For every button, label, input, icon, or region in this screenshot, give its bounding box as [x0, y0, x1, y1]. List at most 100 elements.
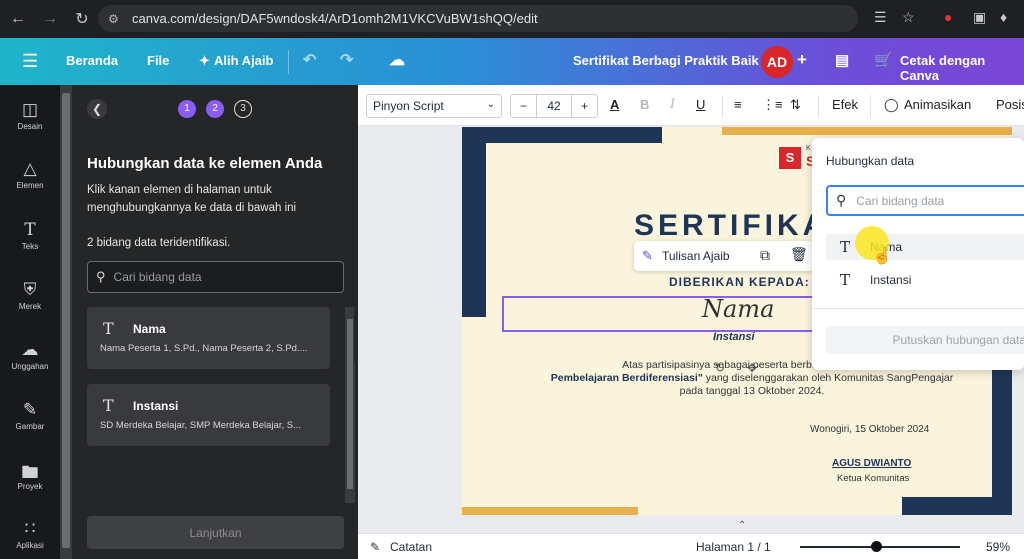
reload-icon[interactable]: ↻ — [68, 9, 96, 29]
upload-icon: ☁ — [21, 340, 39, 359]
rail-label: Unggahan — [11, 362, 49, 371]
rail-item-uploads[interactable]: ☁ Unggahan — [0, 340, 60, 371]
avatar[interactable]: AD — [761, 46, 793, 78]
translate-icon[interactable]: ☰ — [874, 9, 887, 26]
back-arrow-icon[interactable]: ← — [4, 10, 32, 28]
text-color-icon[interactable]: A — [610, 97, 619, 112]
font-size-stepper: − 42 + — [510, 94, 598, 118]
signer-name[interactable]: AGUS DWIANTO — [832, 458, 911, 469]
site-settings-icon[interactable]: ⚙ — [108, 12, 122, 26]
certificate-title[interactable]: SERTIFIKA — [634, 209, 828, 243]
institution-text[interactable]: Instansi — [713, 331, 755, 343]
menu-icon[interactable]: ☰ — [22, 51, 38, 72]
text-field-icon: T — [103, 319, 114, 338]
magic-write-button[interactable]: Tulisan Ajaib — [662, 249, 730, 263]
cart-icon[interactable]: 🛒 — [874, 51, 893, 69]
bottom-bar: ✎ Catatan Halaman 1 / 1 59% — [358, 533, 1024, 559]
header-divider — [288, 50, 289, 74]
underline-icon[interactable]: U — [696, 97, 705, 112]
bold-icon[interactable]: B — [640, 97, 649, 112]
increase-size-button[interactable]: + — [571, 95, 597, 117]
url-text: canva.com/design/DAF5wndosk4/ArD1omh2M1V… — [132, 11, 538, 26]
file-menu-button[interactable]: File — [147, 53, 169, 68]
logo-mark: S — [779, 147, 801, 169]
font-size-input[interactable]: 42 — [537, 95, 571, 117]
search-placeholder: Cari bidang data — [856, 193, 945, 208]
folder-icon: 🖿 — [21, 463, 39, 482]
animate-button[interactable]: Animasikan — [904, 97, 971, 112]
animate-icon[interactable]: ◯ — [884, 97, 899, 113]
element-floating-toolbar: ✎ Tulisan Ajaib ⧉ 🗑 — [634, 241, 814, 271]
italic-icon[interactable]: I — [670, 97, 675, 112]
page-up-chevron-icon[interactable]: ⌃ — [738, 520, 746, 531]
notes-icon[interactable]: ✎ — [370, 540, 380, 554]
print-with-canva-button[interactable]: Cetak dengan Canva — [900, 53, 1024, 83]
continue-button[interactable]: Lanjutkan — [87, 516, 344, 549]
align-center-icon[interactable]: ≡ — [734, 97, 742, 112]
popup-search-input[interactable]: ⚲ Cari bidang data — [826, 185, 1024, 216]
search-placeholder: Cari bidang data — [113, 270, 202, 284]
field-search-input[interactable]: ⚲ Cari bidang data — [87, 261, 344, 293]
data-field-card-nama[interactable]: T Nama Nama Peserta 1, S.Pd., Nama Peser… — [87, 307, 330, 369]
disconnect-data-button[interactable]: Putuskan hubungan data — [826, 326, 1024, 354]
back-button[interactable]: ❮ — [87, 99, 107, 119]
popup-option-instansi[interactable]: T Instansi — [826, 267, 1024, 293]
puzzle-extension-icon[interactable]: ♦ — [1000, 9, 1007, 25]
magic-switch-icon[interactable]: ✦ — [199, 53, 210, 69]
trash-icon[interactable]: 🗑 — [790, 246, 808, 263]
address-bar[interactable]: ⚙ canva.com/design/DAF5wndosk4/ArD1omh2M… — [98, 5, 858, 32]
step-3: 3 — [234, 100, 252, 118]
add-collaborator-icon[interactable]: + — [797, 50, 807, 70]
redo-icon[interactable]: ↷ — [340, 50, 353, 70]
magic-write-icon[interactable]: ✎ — [642, 248, 653, 264]
data-field-card-instansi[interactable]: T Instansi SD Merdeka Belajar, SMP Merde… — [87, 384, 330, 446]
decrease-size-button[interactable]: − — [511, 95, 537, 117]
rail-item-text[interactable]: T Teks — [0, 220, 60, 251]
rail-label: Merek — [18, 302, 42, 311]
magic-switch-button[interactable]: Alih Ajaib — [214, 53, 273, 68]
bookmark-star-icon[interactable]: ☆ — [902, 9, 915, 26]
forward-arrow-icon[interactable]: → — [36, 10, 64, 28]
camera-extension-icon[interactable]: ▣ — [973, 9, 986, 26]
insights-icon[interactable]: ▤ — [835, 51, 849, 69]
step-2: 2 — [206, 100, 224, 118]
rail-item-elements[interactable]: △ Elemen — [0, 159, 60, 190]
duplicate-icon[interactable]: ⧉ — [760, 247, 770, 264]
panel-scrollbar[interactable] — [60, 85, 72, 559]
body-line-2: Pembelajaran Berdiferensiasi" yang disel… — [502, 372, 1002, 385]
spacing-icon[interactable]: ⇅ — [790, 97, 801, 113]
given-to-text[interactable]: DIBERIKAN KEPADA: — [669, 275, 810, 289]
rail-item-design[interactable]: ◫ Desain — [0, 100, 60, 131]
home-button[interactable]: Beranda — [66, 53, 118, 68]
editor-toolbar: Pinyon Script ⌄ − 42 + A B I U ≡ ⋮≡ ⇅ Ef… — [358, 85, 1024, 126]
extension-icon[interactable]: ● — [944, 9, 952, 25]
zoom-slider-handle[interactable] — [871, 541, 882, 552]
undo-icon[interactable]: ↶ — [303, 50, 316, 70]
toolbar-divider — [722, 95, 723, 117]
name-placeholder-text[interactable]: Nama — [702, 295, 774, 323]
zoom-level[interactable]: 59% — [986, 540, 1010, 554]
text-icon: T — [24, 220, 36, 240]
effects-button[interactable]: Efek — [832, 97, 858, 112]
font-family-select[interactable]: Pinyon Script ⌄ — [366, 94, 502, 118]
signer-role[interactable]: Ketua Komunitas — [837, 473, 909, 484]
draw-icon: ✎ — [22, 400, 38, 419]
body-line-2-rest: yang diselenggarakan oleh Komunitas Sang… — [702, 372, 954, 384]
connect-data-popup: Hubungkan data ⚲ Cari bidang data T Nama… — [812, 138, 1024, 370]
document-title[interactable]: Sertifikat Berbagi Praktik Baik — [573, 53, 759, 68]
rail-item-brand[interactable]: ⛨ Merek — [0, 280, 60, 311]
rail-item-apps[interactable]: ∷ Aplikasi — [0, 519, 60, 550]
cloud-saved-icon[interactable]: ☁ — [389, 50, 405, 70]
rail-item-projects[interactable]: 🖿 Proyek — [0, 460, 60, 491]
rail-item-draw[interactable]: ✎ Gambar — [0, 400, 60, 431]
field-name: Nama — [133, 322, 166, 336]
rail-label: Elemen — [16, 181, 44, 190]
position-button[interactable]: Posisi — [996, 97, 1024, 112]
list-icon[interactable]: ⋮≡ — [762, 97, 783, 113]
notes-button[interactable]: Catatan — [390, 540, 432, 554]
text-field-icon: T — [840, 271, 851, 289]
option-label: Instansi — [870, 273, 912, 287]
page-indicator[interactable]: Halaman 1 / 1 — [696, 540, 771, 554]
place-date-text[interactable]: Wonogiri, 15 Oktober 2024 — [810, 424, 929, 435]
search-icon: ⚲ — [96, 269, 106, 284]
